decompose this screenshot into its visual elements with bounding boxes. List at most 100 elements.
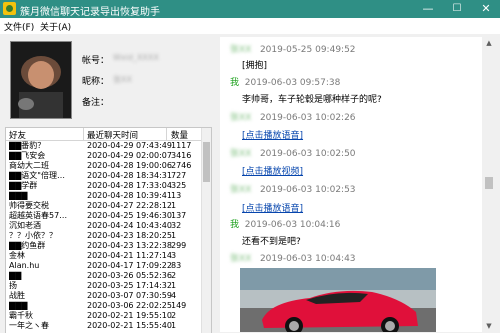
message-count: 3416 [171, 151, 192, 160]
last-chat-time: 2020-04-29 02:00:07 [87, 151, 172, 160]
friend-name: 帅得要交税 [9, 201, 49, 210]
column-header-count[interactable]: 数量 [171, 129, 188, 141]
table-row[interactable]: Alan.hu 2020-04-17 17:09:22 83 [6, 261, 202, 271]
message-count: 299 [171, 241, 187, 250]
friend-name: 战胜 [9, 291, 25, 300]
last-chat-time: 2020-04-17 17:09:22 [87, 261, 172, 270]
message-text: 李帅哥，车子轮毂是哪种样子的呢? [242, 95, 382, 105]
last-chat-time: 2020-04-21 11:27:14 [87, 251, 172, 260]
table-row[interactable]: 霸千秋 2020-02-21 19:55:10 2 [6, 311, 202, 321]
friend-name: 扬 [9, 281, 17, 290]
table-row[interactable]: 超越英语春57… 2020-04-25 19:46:30 137 [6, 211, 202, 221]
table-body: ▇▇番豹？ 2020-04-29 07:43:49 1117 ▇▇飞安会 2020-0… [6, 141, 202, 331]
friend-name: 霸千秋 [9, 311, 33, 320]
message-count: 13 [171, 191, 182, 200]
sender-name: 张XX [230, 113, 252, 123]
play-voice-link[interactable]: [点击播放语音] [242, 128, 303, 141]
last-chat-time: 2020-03-07 07:30:59 [87, 291, 172, 300]
table-row[interactable]: 帅得要交税 2020-04-27 22:28:12 1 [6, 201, 202, 211]
last-chat-time: 2020-04-23 13:22:38 [87, 241, 172, 250]
scrollbar-thumb[interactable] [485, 177, 493, 189]
message-count: 1 [171, 281, 177, 290]
table-row[interactable]: ▇▇飞安会 2020-04-29 02:00:07 3416 [6, 151, 202, 161]
menu-about[interactable]: 关于(A) [40, 20, 71, 33]
message-time: 2019-06-03 10:04:43 [259, 254, 356, 264]
table-row[interactable]: 扬 2020-03-25 17:14:32 1 [6, 281, 202, 291]
friend-name: ▇▇语文"倍理… [9, 171, 65, 180]
last-chat-time: 2020-04-28 18:34:31 [87, 171, 172, 180]
last-chat-time: 2020-03-25 17:14:32 [87, 281, 172, 290]
title-bar: 簇月微信聊天记录导出恢复助手 — ☐ ✕ [0, 0, 500, 18]
menu-file[interactable]: 文件(F) [4, 20, 34, 33]
friend-name: Alan.hu [9, 261, 40, 270]
message-time: 2019-05-25 09:49:52 [259, 45, 356, 55]
scroll-up-arrow[interactable]: ▲ [483, 37, 495, 49]
play-video-link[interactable]: [点击播放视频] [242, 164, 303, 177]
message-count: 727 [171, 171, 187, 180]
message-time: 2019-06-03 10:02:26 [259, 113, 356, 123]
message-count: 1117 [171, 141, 192, 150]
message-count: 325 [171, 181, 187, 190]
table-row[interactable]: ▇▇番豹？ 2020-04-29 07:43:49 1117 [6, 141, 202, 151]
message-count: 149 [171, 301, 187, 310]
sender-name: 我 [230, 220, 240, 230]
sender-name: 我 [230, 78, 240, 88]
message-header: 张XX 2019-06-03 10:04:43 [230, 251, 356, 264]
friend-name: ？？小依？？ [9, 231, 57, 240]
table-row[interactable]: 战胜 2020-03-07 07:30:59 4 [6, 291, 202, 301]
table-row[interactable]: ▇▇约鱼群 2020-04-23 13:22:38 299 [6, 241, 202, 251]
table-row[interactable]: ▇▇ 2020-03-26 05:52:36 2 [6, 271, 202, 281]
table-row[interactable]: 金林 2020-04-21 11:27:14 3 [6, 251, 202, 261]
last-chat-time: 2020-04-24 10:43:40 [87, 221, 172, 230]
table-row[interactable]: 一年之ヽ春 2020-02-21 15:55:40 1 [6, 321, 202, 331]
nickname-label: 昵称： [82, 77, 110, 87]
scroll-down-arrow[interactable]: ▼ [483, 320, 495, 332]
message-count: 4 [171, 291, 177, 300]
minimize-button[interactable]: — [414, 0, 442, 18]
message-header: 张XX 2019-05-25 09:49:52 [230, 42, 356, 55]
last-chat-time: 2020-04-25 19:46:30 [87, 211, 172, 220]
message-header: 张XX 2019-06-03 10:02:50 [230, 146, 356, 159]
column-divider[interactable] [83, 128, 84, 140]
table-row[interactable]: ▇▇▇ 2020-04-28 10:39:41 13 [6, 191, 202, 201]
message-count: 1 [171, 201, 177, 210]
app-icon [3, 2, 16, 15]
message-count: 2 [171, 271, 177, 280]
table-row[interactable]: 沉如老酒 2020-04-24 10:43:40 32 [6, 221, 202, 231]
window-title: 簇月微信聊天记录导出恢复助手 [20, 7, 160, 18]
message-header: 张XX 2019-06-03 10:02:26 [230, 110, 356, 123]
message-time: 2019-06-03 10:02:50 [259, 149, 356, 159]
table-row[interactable]: ▇▇语文"倍理… 2020-04-28 18:34:31 727 [6, 171, 202, 181]
column-header-friend[interactable]: 好友 [9, 129, 26, 141]
profile-panel: 帐号： Wxid_XXXX 昵称： 张XX 备注： [5, 37, 210, 125]
last-chat-time: 2020-03-06 22:02:25 [87, 301, 172, 310]
chat-scrollbar[interactable]: ▲ ▼ [483, 37, 495, 332]
table-row[interactable]: ▇▇学群 2020-04-28 17:33:04 325 [6, 181, 202, 191]
close-button[interactable]: ✕ [472, 0, 500, 18]
play-voice-link[interactable]: [点击播放语音] [242, 201, 303, 214]
message-header: 我 2019-06-03 10:04:16 [230, 217, 340, 230]
last-chat-time: 2020-02-21 15:55:40 [87, 321, 172, 330]
car-photo[interactable] [240, 268, 436, 332]
message-time: 2019-06-03 10:02:53 [259, 185, 356, 195]
last-chat-time: 2020-04-29 07:43:49 [87, 141, 172, 150]
table-row[interactable]: ▇▇▇ 2020-03-06 22:02:25 149 [6, 301, 202, 311]
last-chat-time: 2020-04-28 10:39:41 [87, 191, 172, 200]
scrollbar-thumb[interactable] [203, 142, 210, 182]
menu-bar: 文件(F) 关于(A) [0, 18, 500, 34]
friend-name: 一年之ヽ春 [9, 321, 49, 330]
column-divider[interactable] [166, 128, 167, 140]
column-header-time[interactable]: 最近聊天时间 [87, 129, 138, 141]
table-row[interactable]: 商幼大二班 2020-04-28 19:00:06 2746 [6, 161, 202, 171]
message-time: 2019-06-03 10:04:16 [244, 220, 341, 230]
friend-name: ▇▇飞安会 [9, 151, 46, 160]
table-row[interactable]: ？？小依？？ 2020-04-23 18:20:25 1 [6, 231, 202, 241]
friends-scrollbar[interactable] [201, 128, 211, 333]
maximize-button[interactable]: ☐ [443, 0, 471, 18]
message-count: 2746 [171, 161, 192, 170]
account-label: 帐号： [82, 56, 110, 66]
message-text: 还看不到是吧? [242, 237, 301, 247]
friend-name: ▇▇▇ [9, 301, 28, 310]
message-header: 我 2019-06-03 09:57:38 [230, 75, 340, 88]
message-count: 1 [171, 231, 177, 240]
